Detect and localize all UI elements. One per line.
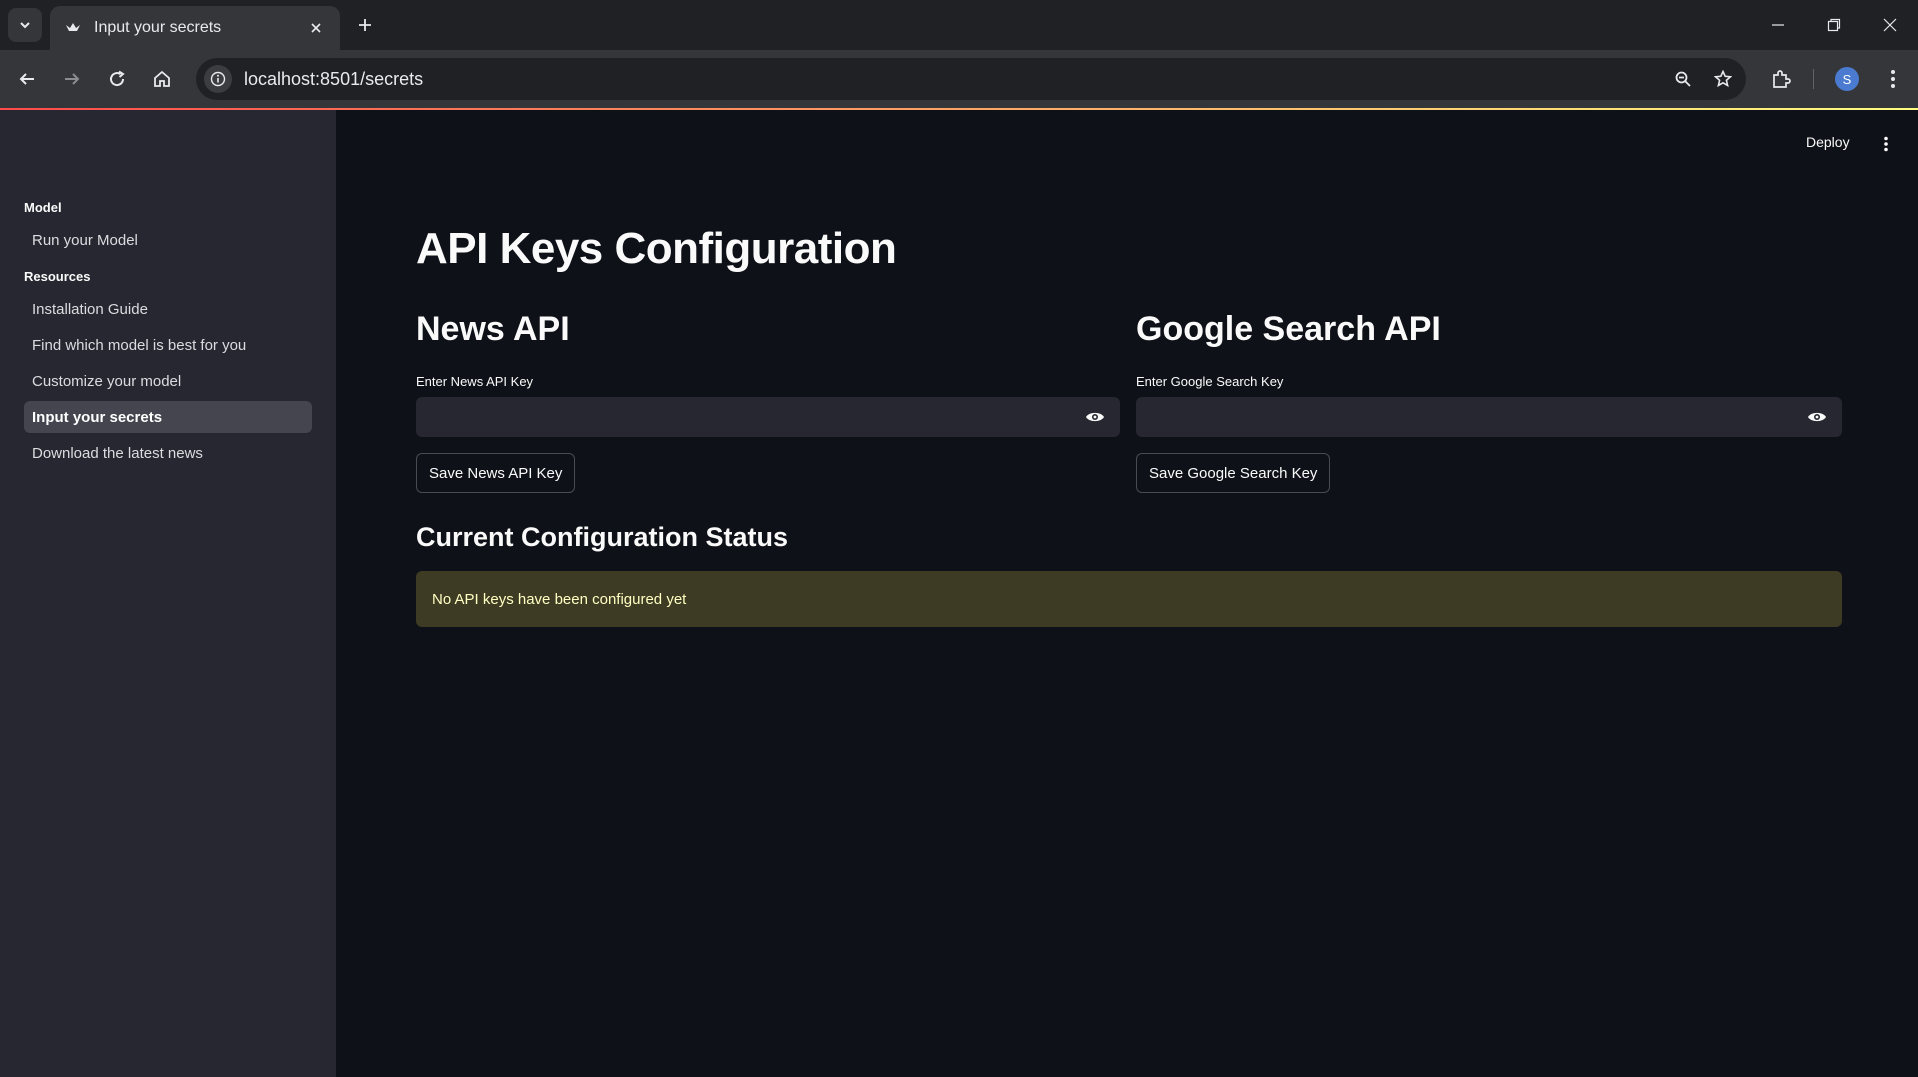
avatar: S	[1835, 67, 1859, 91]
save-news-api-key-button[interactable]: Save News API Key	[416, 453, 576, 493]
main-content: Deploy API Keys Configuration News API E…	[336, 110, 1918, 1077]
browser-toolbar: localhost:8501/secrets S	[0, 50, 1918, 108]
configuration-status-heading: Current Configuration Status	[416, 522, 788, 552]
toolbar-divider	[1813, 69, 1814, 89]
save-google-search-key-button[interactable]: Save Google Search Key	[1136, 453, 1331, 493]
site-info-icon[interactable]	[204, 65, 232, 93]
sidebar-item-find-best-model[interactable]: Find which model is best for you	[24, 329, 312, 361]
tab-search-button[interactable]	[8, 8, 42, 42]
sidebar-section-resources: Resources	[24, 269, 91, 284]
google-search-key-input[interactable]	[1136, 397, 1842, 437]
home-button[interactable]	[145, 62, 179, 96]
kebab-menu-icon	[1884, 136, 1888, 152]
chevron-down-icon	[20, 22, 30, 29]
home-icon	[154, 70, 170, 87]
zoom-icon[interactable]	[1666, 62, 1700, 96]
restore-button[interactable]	[1814, 10, 1854, 40]
news-api-key-input[interactable]	[416, 397, 1120, 437]
news-api-heading: News API	[416, 310, 570, 348]
puzzle-icon	[1773, 70, 1791, 88]
back-button[interactable]	[10, 62, 44, 96]
url-text: localhost:8501/secrets	[244, 68, 424, 89]
kebab-menu-icon	[1891, 70, 1895, 88]
close-icon[interactable]	[306, 18, 326, 38]
restore-icon	[1827, 18, 1841, 32]
tab-title: Input your secrets	[94, 19, 222, 36]
new-tab-button[interactable]	[352, 12, 378, 38]
sidebar-item-installation-guide[interactable]: Installation Guide	[24, 293, 312, 325]
main-menu-button[interactable]	[1876, 134, 1896, 154]
profile-button[interactable]: S	[1830, 62, 1864, 96]
deploy-button[interactable]: Deploy	[1806, 134, 1850, 150]
sidebar-section-model: Model	[24, 200, 62, 215]
sidebar: Model Run your Model Resources Installat…	[0, 110, 336, 1077]
sidebar-item-run-your-model[interactable]: Run your Model	[24, 224, 312, 256]
arrow-right-icon	[65, 73, 80, 85]
minimize-button[interactable]	[1758, 10, 1798, 40]
google-search-field-label: Enter Google Search Key	[1136, 374, 1284, 389]
status-warning-alert: No API keys have been configured yet	[416, 571, 1842, 627]
plus-icon	[359, 19, 371, 31]
reload-button[interactable]	[100, 62, 134, 96]
eye-icon[interactable]	[1084, 407, 1106, 427]
window-close-button[interactable]	[1870, 10, 1910, 40]
browser-tab-strip: Input your secrets	[0, 0, 1918, 50]
forward-button[interactable]	[55, 62, 89, 96]
address-bar[interactable]: localhost:8501/secrets	[196, 58, 1746, 100]
sidebar-item-input-secrets[interactable]: Input your secrets	[24, 401, 312, 433]
google-search-api-heading: Google Search API	[1136, 310, 1441, 348]
sidebar-item-customize-model[interactable]: Customize your model	[24, 365, 312, 397]
arrow-left-icon	[19, 73, 34, 85]
google-search-key-field	[1136, 397, 1842, 437]
browser-menu-button[interactable]	[1876, 62, 1910, 96]
reload-icon	[110, 70, 125, 87]
sidebar-item-download-news[interactable]: Download the latest news	[24, 437, 312, 469]
news-api-key-field	[416, 397, 1120, 437]
page-title: API Keys Configuration	[416, 224, 897, 273]
extensions-button[interactable]	[1764, 62, 1798, 96]
bookmark-star-icon[interactable]	[1706, 62, 1740, 96]
streamlit-crown-icon	[64, 19, 82, 37]
close-icon	[1883, 18, 1897, 32]
news-api-field-label: Enter News API Key	[416, 374, 534, 389]
minimize-icon	[1772, 24, 1784, 26]
browser-tab[interactable]: Input your secrets	[50, 6, 340, 50]
eye-icon[interactable]	[1806, 407, 1828, 427]
